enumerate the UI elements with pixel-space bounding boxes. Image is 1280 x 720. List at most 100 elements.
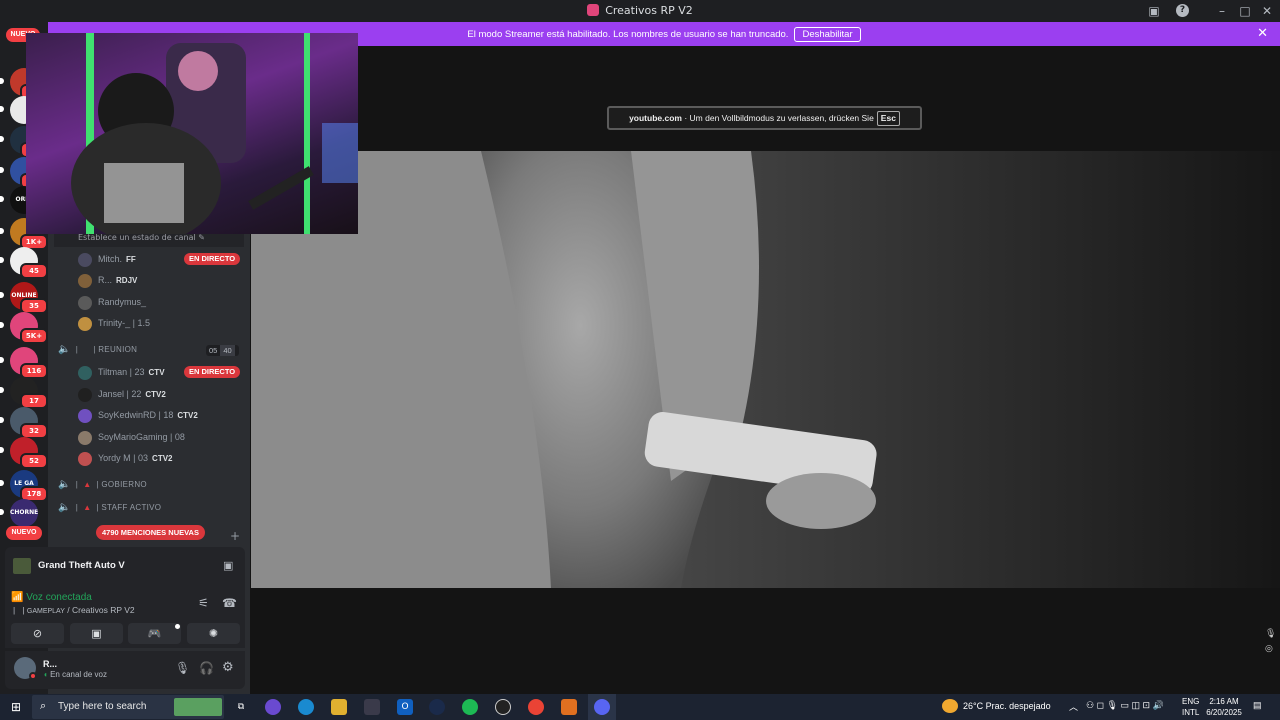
voice-member[interactable]: Trinity-_ | 1.5 <box>78 315 150 331</box>
voice-channel-name[interactable]: | | GAMEPLAY / Creativos RP V2 <box>13 605 135 615</box>
spotify-icon[interactable] <box>462 699 478 715</box>
fullscreen-toast: youtube.com · Um den Vollbildmodus zu ve… <box>607 106 922 130</box>
voice-status-text: Voz conectada <box>26 592 92 603</box>
voice-channel-staff[interactable]: 🔈 | ▲ | STAFF ACTIVO <box>58 501 161 515</box>
member-name: Tiltman | 23 <box>98 367 145 377</box>
window-title-text: Creativos RP V2 <box>605 4 693 17</box>
member-name: Mitch. <box>98 254 123 264</box>
server-unread-pill <box>0 78 4 84</box>
camera-off-button[interactable]: ⊘ <box>11 623 64 644</box>
staff-label: STAFF ACTIVO <box>101 503 162 512</box>
steam-icon[interactable] <box>429 699 445 715</box>
search-highlight-image <box>174 698 222 716</box>
soundboard-button[interactable]: ✺ <box>187 623 240 644</box>
voice-channel-gobierno[interactable]: 🔈 | ▲ | GOBIERNO <box>58 478 147 492</box>
staff-icon: ▲ <box>83 503 92 512</box>
copilot-icon[interactable] <box>265 699 281 715</box>
file-explorer-icon[interactable] <box>331 699 347 715</box>
screen-share-icon[interactable]: ▣ <box>223 559 233 572</box>
tray-icons[interactable]: ⚇ ◻ 🎙 ▭ ◫ ⊡ 🔊 <box>1086 700 1164 711</box>
notification-icon[interactable]: ▤ <box>1253 700 1262 711</box>
voice-member[interactable]: SoyKedwinRD | 18 CTV2 <box>78 407 198 423</box>
close-window-button[interactable]: ✕ <box>1259 3 1275 19</box>
channel-user-count: 05 40 <box>206 345 239 356</box>
voice-member[interactable]: Jansel | 22 CTV2 <box>78 386 166 402</box>
microphone-icon[interactable]: 🎙 <box>175 661 190 675</box>
voice-member[interactable]: Tiltman | 23 CTV <box>78 364 165 380</box>
activity-panel: Grand Theft Auto V ▣ <box>5 547 245 585</box>
title-bar: Creativos RP V2 ▣ ? – □ ✕ <box>0 0 1280 22</box>
avatar <box>78 387 92 402</box>
rockstar-icon[interactable] <box>495 699 511 715</box>
voice-member[interactable]: Randymus_ <box>78 294 146 310</box>
member-name: SoyMarioGaming | 08 <box>98 432 185 442</box>
outlook-icon[interactable]: O <box>397 699 413 715</box>
voice-member[interactable]: SoyMarioGaming | 08 <box>78 429 185 445</box>
server-unread-pill <box>0 257 4 263</box>
voice-member[interactable]: Mitch. FF <box>78 251 136 267</box>
user-status-text: En canal de voz <box>50 670 108 679</box>
mention-badge: 45 <box>20 263 48 279</box>
minimize-button[interactable]: – <box>1214 3 1230 19</box>
avatar <box>78 408 92 423</box>
disable-streamer-button[interactable]: Deshabilitar <box>794 27 861 42</box>
add-channel-icon[interactable]: + <box>230 529 240 543</box>
discord-taskbar-active[interactable] <box>588 694 616 720</box>
weather-icon <box>942 699 958 713</box>
clock[interactable]: 2:16 AM 6/20/2025 <box>1203 696 1245 718</box>
clock-time: 2:16 AM <box>1209 697 1239 706</box>
weather-text[interactable]: 26°C Prac. despejado <box>963 701 1051 711</box>
gobierno-label: GOBIERNO <box>101 480 147 489</box>
maximize-button[interactable]: □ <box>1237 3 1253 19</box>
app-icon[interactable] <box>561 699 577 715</box>
voice-member[interactable]: R... RDJV <box>78 272 137 288</box>
windows-start-icon[interactable]: ⊞ <box>8 699 24 715</box>
help-icon[interactable]: ? <box>1176 4 1189 17</box>
server-unread-pill <box>0 357 4 363</box>
reunion-label: REUNION <box>98 345 138 354</box>
member-tag: CTV <box>148 368 165 377</box>
search-icon: ⌕ <box>40 699 47 712</box>
new-mentions-badge[interactable]: 4790 MENCIONES NUEVAS <box>96 525 205 540</box>
channel-status-placeholder: Establece un estado de canal <box>78 233 196 242</box>
settings-gear-icon[interactable]: ⚙ <box>222 660 234 675</box>
share-screen-button[interactable]: ▣ <box>70 623 123 644</box>
headphones-icon[interactable]: 🎧 <box>199 661 214 675</box>
member-name: Yordy M | 03 <box>98 453 149 463</box>
lang-bottom: INTL <box>1182 708 1200 717</box>
location-indicator-icon: ◎ <box>1265 644 1273 654</box>
tray-chevron-icon[interactable]: ︿ <box>1069 700 1078 713</box>
noise-suppression-icon[interactable]: ⚟ <box>198 596 209 610</box>
voice-channel-reunion[interactable]: 🔈 | | REUNION <box>58 343 137 357</box>
search-placeholder: Type here to search <box>58 701 147 712</box>
store-icon[interactable] <box>364 699 380 715</box>
webcam-image <box>71 33 358 234</box>
inbox-icon[interactable]: ▣ <box>1146 3 1162 19</box>
member-tag: CTV2 <box>152 454 173 463</box>
avatar <box>78 273 92 288</box>
username: R... <box>43 659 58 669</box>
channel-status-input[interactable]: Establece un estado de canal ✎ <box>54 233 244 247</box>
disconnect-icon[interactable]: ☎ <box>222 596 237 610</box>
server-unread-pill <box>0 509 4 515</box>
lang-top: ENG <box>1182 697 1200 706</box>
discord-icon <box>594 699 610 715</box>
language-indicator[interactable]: ENG INTL <box>1182 696 1199 718</box>
activities-button[interactable]: 🎮 <box>128 623 181 644</box>
signal-icon: 📶 <box>11 592 24 603</box>
user-status: ◖ En canal de voz <box>43 670 107 679</box>
server-unread-pill <box>0 292 4 298</box>
speaker-icon: 🔈 <box>58 479 71 490</box>
server-icon[interactable]: CHORNE <box>10 499 38 527</box>
new-badge-bottom[interactable]: NUEVO <box>6 526 42 540</box>
police-icon: ▲ <box>83 480 92 489</box>
video-frame[interactable] <box>251 151 1280 588</box>
server-unread-pill <box>0 322 4 328</box>
clock-date: 6/20/2025 <box>1206 708 1242 717</box>
taskbar-search[interactable]: ⌕ Type here to search <box>32 695 224 719</box>
close-icon[interactable]: ✕ <box>1257 26 1268 41</box>
chrome-icon[interactable] <box>528 699 544 715</box>
voice-member[interactable]: Yordy M | 03 CTV2 <box>78 450 173 466</box>
edge-icon[interactable] <box>298 699 314 715</box>
task-view-icon[interactable]: ⧉ <box>233 699 249 715</box>
